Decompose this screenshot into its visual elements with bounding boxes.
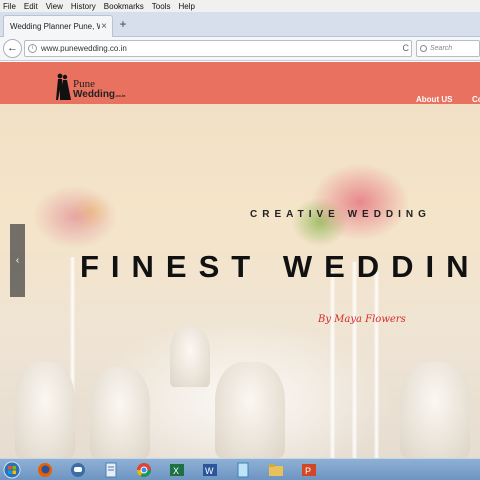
menu-tools[interactable]: Tools: [152, 2, 171, 11]
firefox-icon[interactable]: [30, 460, 60, 480]
chair-cover: [170, 327, 210, 387]
vase-stem: [352, 262, 357, 458]
info-icon[interactable]: i: [28, 44, 37, 53]
tab-strip: Wedding Planner Pune, Weddi... × +: [0, 12, 480, 37]
excel-icon[interactable]: X: [162, 460, 192, 480]
chrome-icon[interactable]: [129, 460, 159, 480]
nav-contact-partial[interactable]: Co: [472, 95, 480, 104]
menu-file[interactable]: File: [3, 2, 16, 11]
svg-text:X: X: [173, 466, 179, 476]
search-icon: [420, 45, 427, 52]
hero-byline: By Maya Flowers: [318, 314, 406, 325]
powerpoint-icon[interactable]: P: [294, 460, 324, 480]
slider-prev-button[interactable]: ‹: [10, 224, 25, 297]
search-placeholder: Search: [430, 45, 453, 52]
chair-cover: [90, 367, 150, 458]
nav-about-us[interactable]: About US: [416, 95, 452, 104]
svg-text:P: P: [305, 466, 311, 476]
svg-text:W: W: [205, 466, 214, 476]
folder-icon[interactable]: [261, 460, 291, 480]
url-text[interactable]: www.punewedding.co.in: [41, 44, 127, 53]
taskbar: X W P: [0, 458, 480, 480]
back-button[interactable]: ←: [3, 39, 22, 58]
chair-cover: [15, 362, 75, 458]
reload-icon[interactable]: C: [403, 43, 410, 53]
page-content: Pune Wedding.co.in About US Co ‹ CREATIV…: [0, 62, 480, 458]
document-icon[interactable]: [96, 460, 126, 480]
nav-bar: ← i www.punewedding.co.in C Search: [0, 37, 480, 61]
logo-domain-text: .co.in: [115, 93, 126, 98]
menu-edit[interactable]: Edit: [24, 2, 38, 11]
tab-close-icon[interactable]: ×: [101, 21, 107, 32]
tab-title: Wedding Planner Pune, Weddi...: [10, 22, 100, 31]
menu-bookmarks[interactable]: Bookmarks: [104, 2, 144, 11]
vase-stem: [330, 272, 335, 458]
hero-kicker: CREATIVE WEDDING: [250, 209, 431, 220]
logo-wedding-text: Wedding.co.in: [73, 89, 126, 100]
logo-text: Pune Wedding.co.in: [73, 79, 125, 100]
word-icon[interactable]: W: [195, 460, 225, 480]
chair-cover: [215, 362, 285, 458]
url-bar[interactable]: i www.punewedding.co.in C: [24, 40, 412, 57]
site-header: Pune Wedding.co.in About US Co: [0, 62, 480, 104]
hero-headline: FINEST WEDDING D: [80, 249, 480, 284]
vase-stem: [374, 272, 379, 458]
search-input[interactable]: Search: [416, 40, 480, 57]
start-orb-icon[interactable]: [0, 460, 24, 480]
chat-icon[interactable]: [63, 460, 93, 480]
tab-active[interactable]: Wedding Planner Pune, Weddi... ×: [3, 15, 113, 37]
menu-history[interactable]: History: [71, 2, 96, 11]
menu-help[interactable]: Help: [178, 2, 194, 11]
notepad-icon[interactable]: [228, 460, 258, 480]
menu-view[interactable]: View: [46, 2, 63, 11]
site-logo[interactable]: Pune Wedding.co.in: [55, 72, 125, 100]
new-tab-button[interactable]: +: [116, 17, 130, 31]
menu-bar: File Edit View History Bookmarks Tools H…: [0, 0, 480, 12]
couple-silhouette-icon: [56, 73, 71, 100]
chair-cover: [400, 362, 470, 458]
